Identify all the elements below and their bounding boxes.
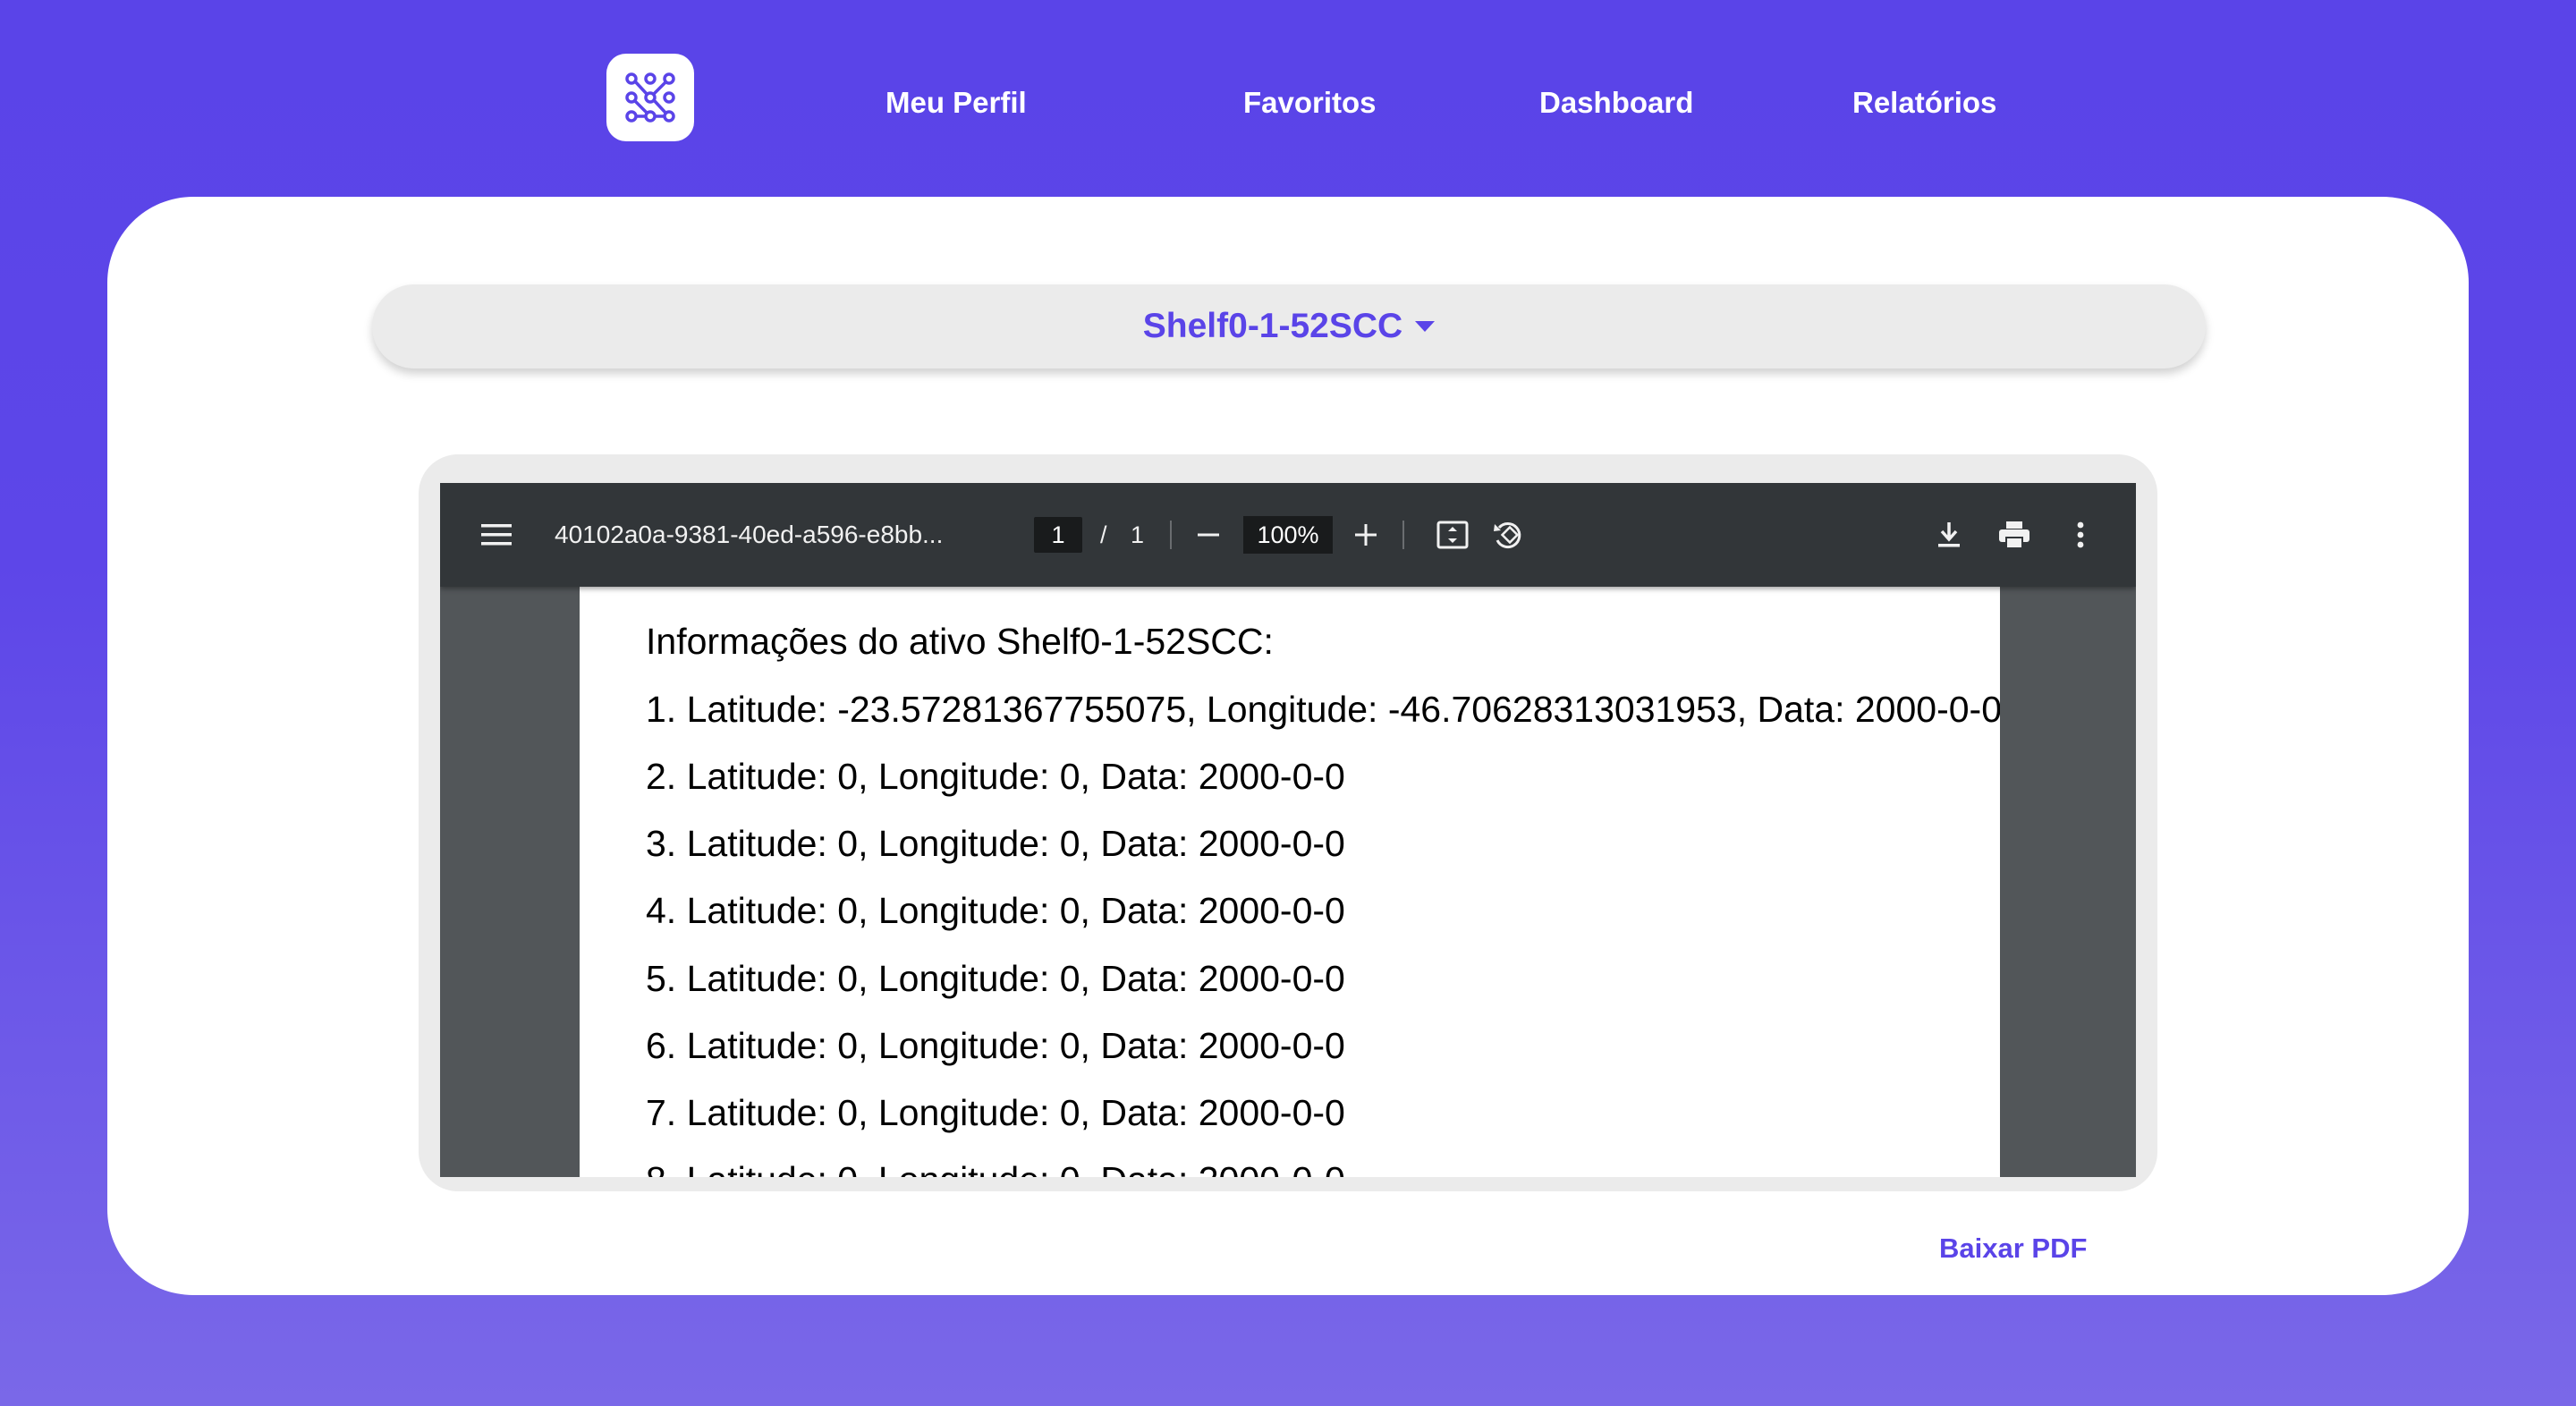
pdf-line: 2. Latitude: 0, Longitude: 0, Data: 2000… [646,756,1345,797]
page-separator: / [1100,521,1107,548]
total-pages: 1 [1131,521,1145,548]
hamburger-menu-icon [481,524,512,546]
app-logo[interactable] [606,54,694,141]
print-icon [1999,521,2029,549]
main-card: Shelf0-1-52SCC 40102a0a-9381-40ed-a596-e… [107,197,2469,1295]
toolbar-divider [1170,521,1172,549]
pdf-page: Informações do ativo Shelf0-1-52SCC: 1. … [580,587,2000,1177]
pdf-line: 6. Latitude: 0, Longitude: 0, Data: 2000… [646,1025,1345,1066]
nav-link-favoritos[interactable]: Favoritos [1243,86,1377,120]
plus-icon [1355,524,1377,546]
nav-link-meu-perfil[interactable]: Meu Perfil [886,86,1027,120]
minus-icon [1198,533,1219,537]
download-pdf-link[interactable]: Baixar PDF [1939,1232,2087,1265]
fit-page-button[interactable] [1436,483,1469,587]
menu-button[interactable] [481,483,512,587]
top-navigation: Meu Perfil Favoritos Dashboard Relatório… [0,0,2576,197]
pdf-line: 4. Latitude: 0, Longitude: 0, Data: 2000… [646,890,1345,931]
print-button[interactable] [1998,483,2030,587]
download-icon [1938,522,1960,547]
more-vertical-icon [2077,521,2084,548]
zoom-level-input[interactable]: 100% [1243,516,1333,554]
pdf-line: 7. Latitude: 0, Longitude: 0, Data: 2000… [646,1092,1345,1133]
zoom-in-button[interactable] [1354,483,1377,587]
pdf-viewer: 40102a0a-9381-40ed-a596-e8bb... 1 / 1 10… [440,483,2136,1177]
pdf-line: 5. Latitude: 0, Longitude: 0, Data: 2000… [646,958,1345,999]
asset-selector-value: Shelf0-1-52SCC [1142,307,1403,345]
caret-down-icon [1415,321,1436,332]
nav-link-relatorios[interactable]: Relatórios [1852,86,1996,120]
pdf-filename: 40102a0a-9381-40ed-a596-e8bb... [555,521,944,548]
rotate-icon [1494,522,1521,549]
network-icon [625,72,675,123]
fit-to-page-icon [1436,521,1469,549]
zoom-out-button[interactable] [1197,483,1220,587]
download-button[interactable] [1936,483,1962,587]
page-number-input[interactable]: 1 [1034,517,1082,553]
toolbar-divider [1402,521,1404,549]
more-options-button[interactable] [2077,483,2084,587]
pdf-line: 3. Latitude: 0, Longitude: 0, Data: 2000… [646,823,1345,864]
pdf-toolbar: 40102a0a-9381-40ed-a596-e8bb... 1 / 1 10… [440,483,2136,587]
pdf-line: 1. Latitude: -23.57281367755075, Longitu… [646,689,2000,730]
asset-selector-dropdown[interactable]: Shelf0-1-52SCC [372,284,2206,368]
rotate-button[interactable] [1492,483,1526,587]
pdf-line: 8. Latitude: 0, Longitude: 0, Data: 2000… [646,1159,1345,1177]
nav-link-dashboard[interactable]: Dashboard [1539,86,1693,120]
pdf-viewer-frame: 40102a0a-9381-40ed-a596-e8bb... 1 / 1 10… [419,454,2157,1191]
pdf-heading: Informações do ativo Shelf0-1-52SCC: [646,621,1274,662]
